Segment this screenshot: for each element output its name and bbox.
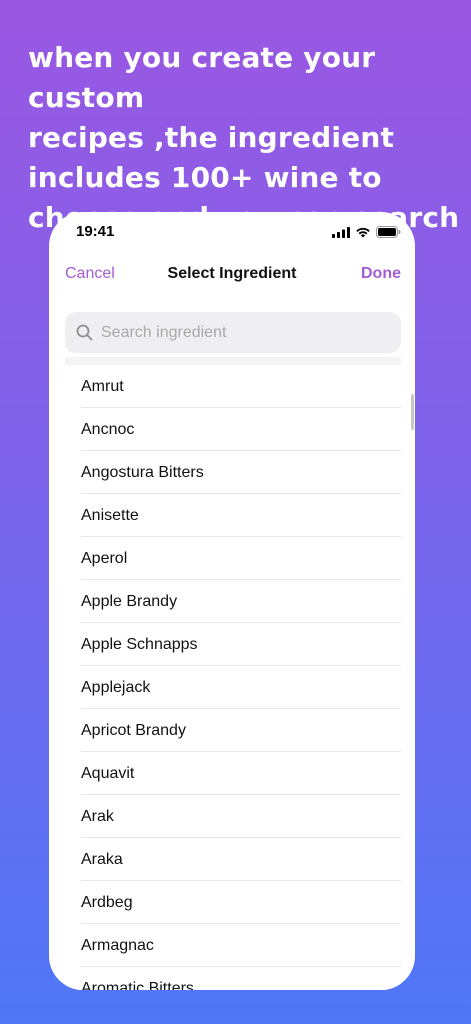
list-item[interactable]: Aquavit [65,752,401,795]
list-item[interactable]: Apple Brandy [65,580,401,623]
scrollbar[interactable] [411,394,414,430]
list-item[interactable]: Aperol [65,537,401,580]
search-bar[interactable] [65,312,401,353]
phone-screen: 19:41 Cancel Select Ingredient Done Sear… [49,212,415,990]
list-item[interactable]: Angostura Bitters [65,451,401,494]
list-item[interactable]: Apple Schnapps [65,623,401,666]
list-item[interactable]: Aromatic Bitters [65,967,401,991]
cellular-signal-icon [332,226,350,238]
cancel-button[interactable]: Cancel [65,265,115,283]
ingredient-list-area[interactable]: Amrut Ancnoc Angostura Bitters Anisette Aper… [65,357,401,990]
list-item[interactable]: Ardbeg [65,881,401,924]
wifi-icon [356,227,370,237]
status-bar: 19:41 [49,212,415,256]
battery-icon [376,226,401,238]
ingredient-list: Amrut Ancnoc Angostura Bitters Anisette Aper… [65,365,401,990]
done-button[interactable]: Done [361,265,401,283]
status-time: 19:41 [76,223,115,240]
list-item[interactable]: Araka [65,838,401,881]
list-item[interactable]: Anisette [65,494,401,537]
list-item[interactable]: Amrut [65,365,401,408]
list-item[interactable]: Applejack [65,666,401,709]
promo-line-1: when you create your custom [28,41,376,114]
list-item[interactable]: Apricot Brandy [65,709,401,752]
promo-caption: when you create your custom recipes ,the… [28,38,468,238]
search-icon [75,324,93,342]
search-input[interactable] [101,323,381,342]
status-icons [332,226,401,238]
navigation-bar: Cancel Select Ingredient Done [49,256,415,296]
promo-line-3: includes 100+ wine to [28,161,382,194]
list-item[interactable]: Arak [65,795,401,838]
list-item[interactable]: Armagnac [65,924,401,967]
list-item[interactable]: Ancnoc [65,408,401,451]
promo-line-2: recipes ,the ingredient [28,121,395,154]
